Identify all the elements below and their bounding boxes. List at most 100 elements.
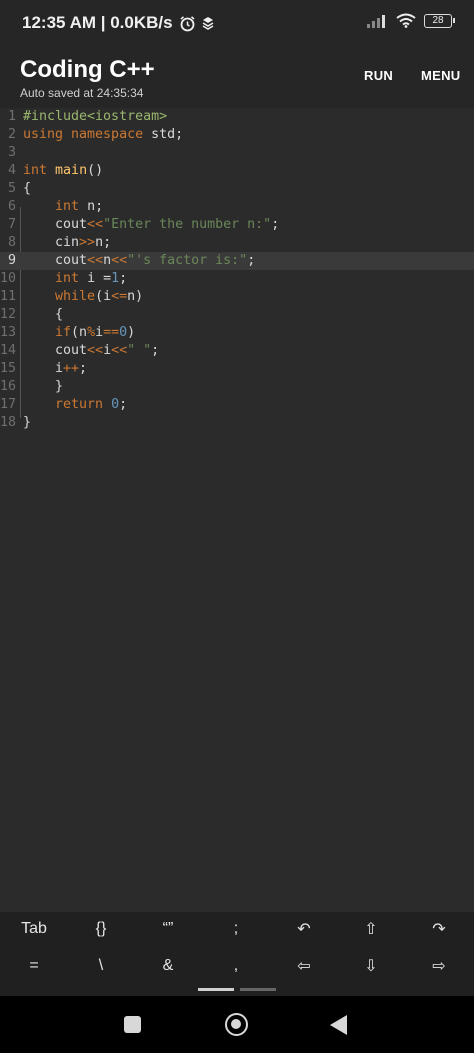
code-token: ; xyxy=(119,271,128,286)
code-token: 0 xyxy=(119,325,128,340)
code-token: { xyxy=(23,307,64,322)
braces-key[interactable]: {} xyxy=(68,912,134,946)
line-number: 14 xyxy=(0,343,17,358)
line-number: 6 xyxy=(7,199,16,214)
redo-key[interactable]: ↷ xyxy=(406,912,472,946)
code-token: "'s factor is:" xyxy=(127,253,248,268)
line-number: 4 xyxy=(7,163,16,178)
code-token: using namespace xyxy=(23,127,144,142)
code-line[interactable]: 13 if(n%i==0) xyxy=(0,324,474,342)
run-button[interactable]: RUN xyxy=(364,68,393,83)
wifi-icon xyxy=(396,13,416,28)
line-number: 12 xyxy=(0,307,17,322)
code-token: << xyxy=(87,217,104,232)
code-line[interactable]: 2 using namespace std; xyxy=(0,126,474,144)
code-line[interactable]: 7 cout<<"Enter the number n:"; xyxy=(0,216,474,234)
code-token: cout xyxy=(23,343,88,358)
code-token: " " xyxy=(127,343,152,358)
code-token: std; xyxy=(143,127,184,142)
comma-key[interactable]: , xyxy=(203,949,269,983)
code-token: () xyxy=(87,163,104,178)
down-arrow-key[interactable]: ⇩ xyxy=(338,949,404,983)
tab-key[interactable]: Tab xyxy=(1,912,67,946)
left-arrow-key[interactable]: ⇦ xyxy=(271,949,337,983)
code-editor[interactable]: 1 #include<iostream> 2 using namespace std;… xyxy=(0,108,474,912)
code-token: 1 xyxy=(111,271,120,286)
recents-button[interactable] xyxy=(124,1016,141,1033)
code-line[interactable]: 17 return 0; xyxy=(0,396,474,414)
code-token: n) xyxy=(127,289,144,304)
code-token: i = xyxy=(79,271,112,286)
code-token: int xyxy=(23,163,48,178)
home-button[interactable] xyxy=(225,1013,248,1036)
code-text: int main() xyxy=(23,162,103,180)
status-left: 12:35 AM | 0.0KB/s xyxy=(22,13,214,33)
shift-up-key[interactable]: ⇧ xyxy=(338,912,404,946)
code-line[interactable]: 12 { xyxy=(0,306,474,324)
code-line[interactable]: 1 #include<iostream> xyxy=(0,108,474,126)
code-line[interactable]: 16 } xyxy=(0,378,474,396)
code-token: ) xyxy=(127,325,136,340)
toolbar-page-indicator-active xyxy=(198,988,234,991)
right-arrow-key[interactable]: ⇨ xyxy=(406,949,472,983)
code-line[interactable]: 18} xyxy=(0,414,474,432)
line-number: 11 xyxy=(0,289,17,304)
code-token: cout xyxy=(23,253,88,268)
code-text: if(n%i==0) xyxy=(23,324,135,342)
code-token: << xyxy=(87,343,104,358)
code-token: ; xyxy=(151,343,160,358)
line-number: 13 xyxy=(0,325,17,340)
code-token: int xyxy=(55,271,80,286)
code-token: % xyxy=(87,325,96,340)
line-number: 7 xyxy=(7,217,16,232)
line-number: 1 xyxy=(7,109,16,124)
code-token: i xyxy=(23,361,64,376)
code-token: if xyxy=(55,325,72,340)
layers-icon xyxy=(202,17,213,30)
code-line[interactable]: 5{ xyxy=(0,180,474,198)
code-text: int n; xyxy=(23,198,103,216)
code-token: } xyxy=(23,379,64,394)
code-token: "Enter the number n:" xyxy=(103,217,272,232)
line-number: 18 xyxy=(0,415,17,430)
code-text: { xyxy=(23,180,31,198)
code-line[interactable]: 10 int i =1; xyxy=(0,270,474,288)
ampersand-key[interactable]: & xyxy=(135,949,201,983)
code-token: << xyxy=(87,253,104,268)
line-number: 3 xyxy=(7,145,16,160)
code-token: n; xyxy=(79,199,104,214)
code-line[interactable]: 6 int n; xyxy=(0,198,474,216)
code-line[interactable]: 3 xyxy=(0,144,474,162)
equals-key[interactable]: = xyxy=(1,949,67,983)
battery-icon: 28 xyxy=(424,13,455,28)
code-line[interactable]: 11 while(i<=n) xyxy=(0,288,474,306)
toolbar-page-indicator xyxy=(240,988,276,991)
code-token: << xyxy=(111,343,128,358)
backslash-key[interactable]: \ xyxy=(68,949,134,983)
code-token: ; xyxy=(247,253,256,268)
code-line[interactable]: 9 cout<<n<<"'s factor is:"; xyxy=(0,252,474,270)
semicolon-key[interactable]: ; xyxy=(203,912,269,946)
code-text: i++; xyxy=(23,360,87,378)
code-line[interactable]: 4 int main() xyxy=(0,162,474,180)
line-number: 8 xyxy=(7,235,16,250)
code-token: i xyxy=(103,343,112,358)
code-line[interactable]: 15 i++; xyxy=(0,360,474,378)
code-text: return 0; xyxy=(23,396,127,414)
quotes-key[interactable]: “” xyxy=(135,912,201,946)
code-token: ; xyxy=(119,397,128,412)
status-time-speed: 12:35 AM | 0.0KB/s xyxy=(22,13,173,32)
back-button[interactable] xyxy=(330,1015,347,1035)
line-number: 5 xyxy=(7,181,16,196)
code-token: n xyxy=(103,253,112,268)
page-title: Coding C++ xyxy=(20,56,155,83)
undo-key[interactable]: ↶ xyxy=(271,912,337,946)
menu-button[interactable]: MENU xyxy=(421,68,460,83)
code-token: main xyxy=(55,163,88,178)
code-line[interactable]: 14 cout<<i<<" "; xyxy=(0,342,474,360)
code-line[interactable]: 8 cin>>n; xyxy=(0,234,474,252)
